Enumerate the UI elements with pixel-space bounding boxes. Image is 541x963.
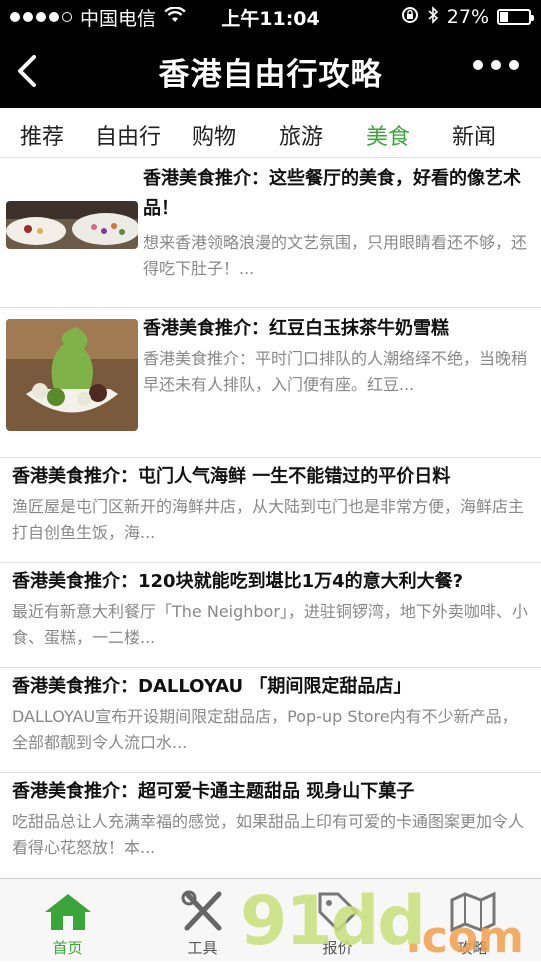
article-list: 香港美食推介：这些餐厅的美食，好看的像艺术品！ 想来香港领略浪漫的文艺氛围，只用…	[0, 158, 541, 878]
article-summary: 最近有新意大利餐厅「The Neighbor」，进驻铜锣湾，地下外卖咖啡、小食、…	[12, 602, 528, 647]
home-icon	[43, 889, 93, 935]
article-summary: 想来香港领略浪漫的文艺氛围，只用眼睛看还不够，还得吃下肚子！...	[143, 233, 528, 278]
list-item[interactable]: 香港美食推介：超可爱卡通主题甜品 现身山下菓子 吃甜品总让人充满幸福的感觉，如果…	[0, 773, 541, 878]
article-summary: 吃甜品总让人充满幸福的感觉，如果甜品上印有可爱的卡通图案更加令人看得心花怒放！本…	[12, 812, 525, 857]
tabbar-label: 工具	[187, 939, 218, 957]
article-summary: 香港美食推介：平时门口排队的人潮络绎不绝，当晚稍早还未有人排队，入门便有座。红豆…	[143, 349, 528, 394]
thumbnail-image	[6, 319, 138, 431]
category-tabs: 推荐 自由行 购物 旅游 美食 新闻	[0, 108, 541, 158]
signal-icon	[10, 12, 72, 22]
rotation-lock-icon	[401, 6, 419, 29]
tabbar-tools[interactable]: 工具	[135, 879, 270, 961]
tabbar-guide[interactable]: 攻略	[405, 879, 540, 961]
tab-news[interactable]: 新闻	[452, 119, 496, 151]
chevron-left-icon	[18, 55, 36, 87]
more-button[interactable]	[473, 60, 519, 70]
tab-recommend[interactable]: 推荐	[20, 119, 64, 151]
back-button[interactable]	[16, 52, 54, 90]
article-title: 香港美食推介：120块就能吃到堪比1万4的意大利大餐?	[12, 571, 464, 592]
battery-icon	[497, 9, 534, 25]
bluetooth-icon	[427, 5, 439, 29]
article-summary: DALLOYAU宣布开设期间限定甜品店，Pop-up Store内有不少新产品，…	[12, 707, 518, 752]
article-title: 香港美食推介：超可爱卡通主题甜品 现身山下菓子	[12, 781, 415, 802]
article-title: 香港美食推介：屯门人气海鲜 一生不能错过的平价日料	[12, 466, 451, 487]
tabbar-quote[interactable]: 报价	[270, 879, 405, 961]
tab-free-travel[interactable]: 自由行	[95, 119, 161, 151]
article-title: 香港美食推介：这些餐厅的美食，好看的像艺术品！	[143, 168, 521, 219]
tab-tourism[interactable]: 旅游	[279, 119, 323, 151]
wifi-icon	[164, 6, 186, 28]
page-title: 香港自由行攻略	[158, 56, 383, 93]
nav-bar: 香港自由行攻略	[0, 34, 541, 108]
tabbar-label: 报价	[322, 939, 353, 957]
tab-shopping[interactable]: 购物	[192, 119, 236, 151]
list-item[interactable]: 香港美食推介：DALLOYAU 「期间限定甜品店」 DALLOYAU宣布开设期间…	[0, 668, 541, 773]
price-tag-icon	[316, 889, 360, 935]
status-bar: 中国电信 上午11:04 27%	[0, 0, 541, 34]
list-item[interactable]: 香港美食推介：红豆白玉抹茶牛奶雪糕 香港美食推介：平时门口排队的人潮络绎不绝，当…	[0, 308, 541, 458]
list-item[interactable]: 香港美食推介：屯门人气海鲜 一生不能错过的平价日料 渔匠屋是屯门区新开的海鲜井店…	[0, 458, 541, 563]
tools-icon	[179, 889, 227, 935]
bottom-tab-bar: 首页 工具 报价 攻略	[0, 878, 541, 961]
battery-percent: 27%	[446, 6, 489, 28]
list-item[interactable]: 香港美食推介：120块就能吃到堪比1万4的意大利大餐? 最近有新意大利餐厅「Th…	[0, 563, 541, 668]
list-item[interactable]: 香港美食推介：这些餐厅的美食，好看的像艺术品！ 想来香港领略浪漫的文艺氛围，只用…	[0, 158, 541, 308]
article-title: 香港美食推介：红豆白玉抹茶牛奶雪糕	[143, 318, 449, 339]
thumbnail-image	[6, 201, 138, 249]
tabbar-home[interactable]: 首页	[0, 879, 135, 961]
article-title: 香港美食推介：DALLOYAU 「期间限定甜品店」	[12, 676, 412, 697]
tab-food[interactable]: 美食	[366, 119, 410, 151]
tabbar-label: 攻略	[457, 939, 488, 957]
tabbar-label: 首页	[52, 939, 83, 957]
carrier-name: 中国电信	[80, 7, 157, 30]
article-summary: 渔匠屋是屯门区新开的海鲜井店，从大陆到屯门也是非常方便，海鲜店主打自创鱼生饭，海…	[12, 497, 525, 542]
map-icon	[448, 889, 498, 935]
